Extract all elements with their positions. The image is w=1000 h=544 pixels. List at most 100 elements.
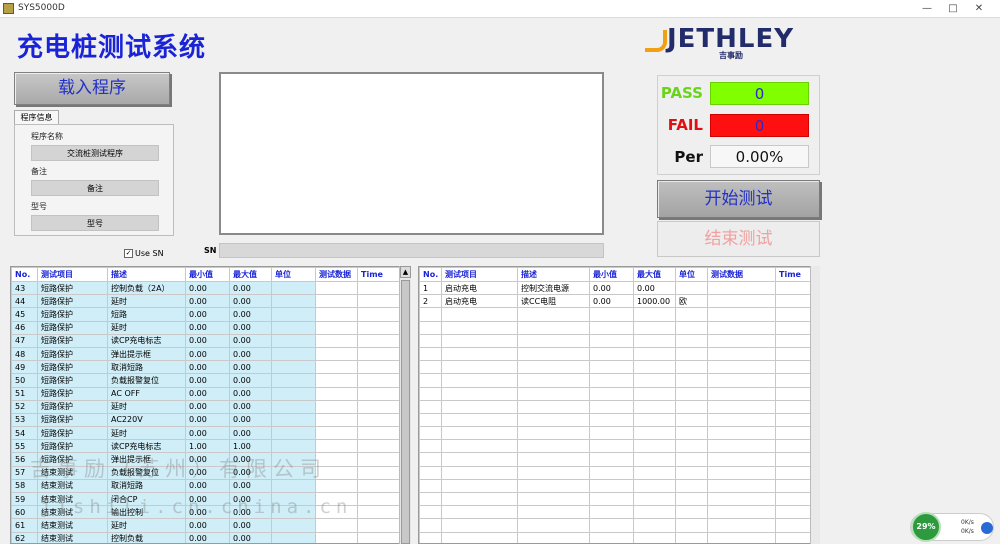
minimize-button[interactable]: — <box>915 1 939 16</box>
table-row[interactable]: 44 短路保护 延时 0.00 0.00 <box>11 294 399 309</box>
table-row[interactable] <box>419 412 810 428</box>
table-cell <box>441 346 518 362</box>
table-cell <box>517 478 590 494</box>
table-row[interactable] <box>419 518 810 533</box>
table-row[interactable]: 46 短路保护 延时 0.00 0.00 <box>11 320 399 335</box>
use-sn-checkbox[interactable]: ✓ Use SN <box>124 249 164 258</box>
table-row[interactable]: 50 短路保护 负载报警复位 0.00 0.00 <box>11 373 399 388</box>
table-cell: 0.00 <box>185 333 230 348</box>
table-cell: 短路保护 <box>37 280 108 296</box>
table-row[interactable] <box>419 346 810 362</box>
table-row[interactable]: 48 短路保护 弹出提示框 0.00 0.00 <box>11 346 399 362</box>
table-cell <box>707 478 776 494</box>
network-speed-widget[interactable]: 29% 0K/s 0K/s <box>910 512 994 542</box>
app-icon <box>3 3 14 14</box>
table-row[interactable]: 55 短路保护 读CP充电标志 1.00 1.00 <box>11 439 399 454</box>
table-cell <box>589 346 634 362</box>
table-row[interactable] <box>419 491 810 507</box>
table-cell <box>419 360 442 375</box>
column-header: 最小值 <box>589 267 634 282</box>
table-row[interactable]: 53 短路保护 AC220V 0.00 0.00 <box>11 412 399 428</box>
close-button[interactable]: ✕ <box>967 1 991 16</box>
table-cell: 延时 <box>107 399 186 414</box>
table-cell <box>517 333 590 348</box>
table-cell <box>775 518 810 533</box>
table-row[interactable]: 51 短路保护 AC OFF 0.00 0.00 <box>11 386 399 401</box>
table-cell <box>675 280 708 296</box>
load-program-button[interactable]: 载入程序 <box>14 72 170 105</box>
table-cell <box>419 531 442 543</box>
table-cell: 短路保护 <box>37 399 108 414</box>
company-logo: JETHLEY 吉事励 <box>645 25 810 61</box>
table-cell: 54 <box>11 426 38 441</box>
table-row[interactable]: 49 短路保护 取消短路 0.00 0.00 <box>11 360 399 375</box>
table-row[interactable] <box>419 531 810 543</box>
table-cell: 0.00 <box>185 399 230 414</box>
table-row[interactable] <box>419 320 810 335</box>
table-row[interactable]: 43 短路保护 控制负载（2A） 0.00 0.00 <box>11 280 399 296</box>
program-info-panel: 程序名称 交流桩测试程序 备注 备注 型号 型号 <box>14 124 174 236</box>
table-cell <box>675 346 708 362</box>
table-cell <box>775 491 810 507</box>
table-row[interactable]: 2 启动充电 读CC电阻 0.00 1000.00 欧 <box>419 294 810 309</box>
tab-program-info[interactable]: 程序信息 <box>14 110 59 125</box>
table-cell <box>419 491 442 507</box>
table-row[interactable]: 1 启动充电 控制交流电源 0.00 0.00 <box>419 280 810 296</box>
table-row[interactable] <box>419 505 810 520</box>
table-cell <box>357 386 399 401</box>
table-cell: 启动充电 <box>441 280 518 296</box>
table-cell <box>441 439 518 454</box>
table-row[interactable] <box>419 386 810 401</box>
remark-field[interactable]: 备注 <box>31 180 159 196</box>
scroll-thumb[interactable] <box>401 280 410 544</box>
table-row[interactable]: 45 短路保护 短路 0.00 0.00 <box>11 307 399 322</box>
table-cell <box>517 399 590 414</box>
table-cell <box>775 399 810 414</box>
table-row[interactable] <box>419 360 810 375</box>
maximize-button[interactable]: □ <box>941 1 965 16</box>
table-cell: 短路保护 <box>37 307 108 322</box>
table-cell <box>633 439 676 454</box>
table-cell <box>441 465 518 480</box>
table-row[interactable]: 52 短路保护 延时 0.00 0.00 <box>11 399 399 414</box>
pass-rate: 0.00% <box>710 145 809 168</box>
stop-test-button[interactable]: 结束测试 <box>657 221 820 257</box>
table-row[interactable] <box>419 478 810 494</box>
checkbox-check-icon[interactable]: ✓ <box>124 249 133 258</box>
table-cell <box>441 518 518 533</box>
model-field[interactable]: 型号 <box>31 215 159 231</box>
start-test-button[interactable]: 开始测试 <box>657 180 820 218</box>
table-row[interactable] <box>419 373 810 388</box>
table-cell: 55 <box>11 439 38 454</box>
upload-speed: 0K/s <box>961 519 974 526</box>
program-name-field[interactable]: 交流桩测试程序 <box>31 145 159 161</box>
table-cell <box>315 280 358 296</box>
table-cell <box>517 518 590 533</box>
table-row[interactable] <box>419 452 810 467</box>
table-cell <box>357 360 399 375</box>
table-row[interactable]: 61 结束测试 延时 0.00 0.00 <box>11 518 399 533</box>
table-row[interactable] <box>419 465 810 480</box>
window-title: SYS5000D <box>18 3 65 13</box>
table-row[interactable]: 47 短路保护 读CP充电标志 0.00 0.00 <box>11 333 399 348</box>
table-cell <box>589 320 634 335</box>
scroll-up-icon[interactable]: ▲ <box>400 266 411 278</box>
table-cell <box>775 465 810 480</box>
table-row[interactable] <box>419 333 810 348</box>
table-row[interactable] <box>419 426 810 441</box>
table-row[interactable]: 54 短路保护 延时 0.00 0.00 <box>11 426 399 441</box>
table-cell <box>315 320 358 335</box>
stats-panel: PASS 0 FAIL 0 Per 0.00% <box>657 75 820 175</box>
model-label: 型号 <box>31 202 47 211</box>
table-row[interactable] <box>419 439 810 454</box>
sn-input[interactable] <box>219 243 604 258</box>
table-cell: 1000.00 <box>633 294 676 309</box>
table-cell <box>675 320 708 335</box>
right-table-scrollbar[interactable] <box>810 266 820 544</box>
table-row[interactable] <box>419 307 810 322</box>
left-table-scrollbar[interactable]: ▲ <box>399 266 411 544</box>
table-row[interactable] <box>419 399 810 414</box>
table-cell <box>589 399 634 414</box>
column-header: 单位 <box>271 267 316 282</box>
table-row[interactable]: 62 结束测试 控制负载 0.00 0.00 <box>11 531 399 543</box>
